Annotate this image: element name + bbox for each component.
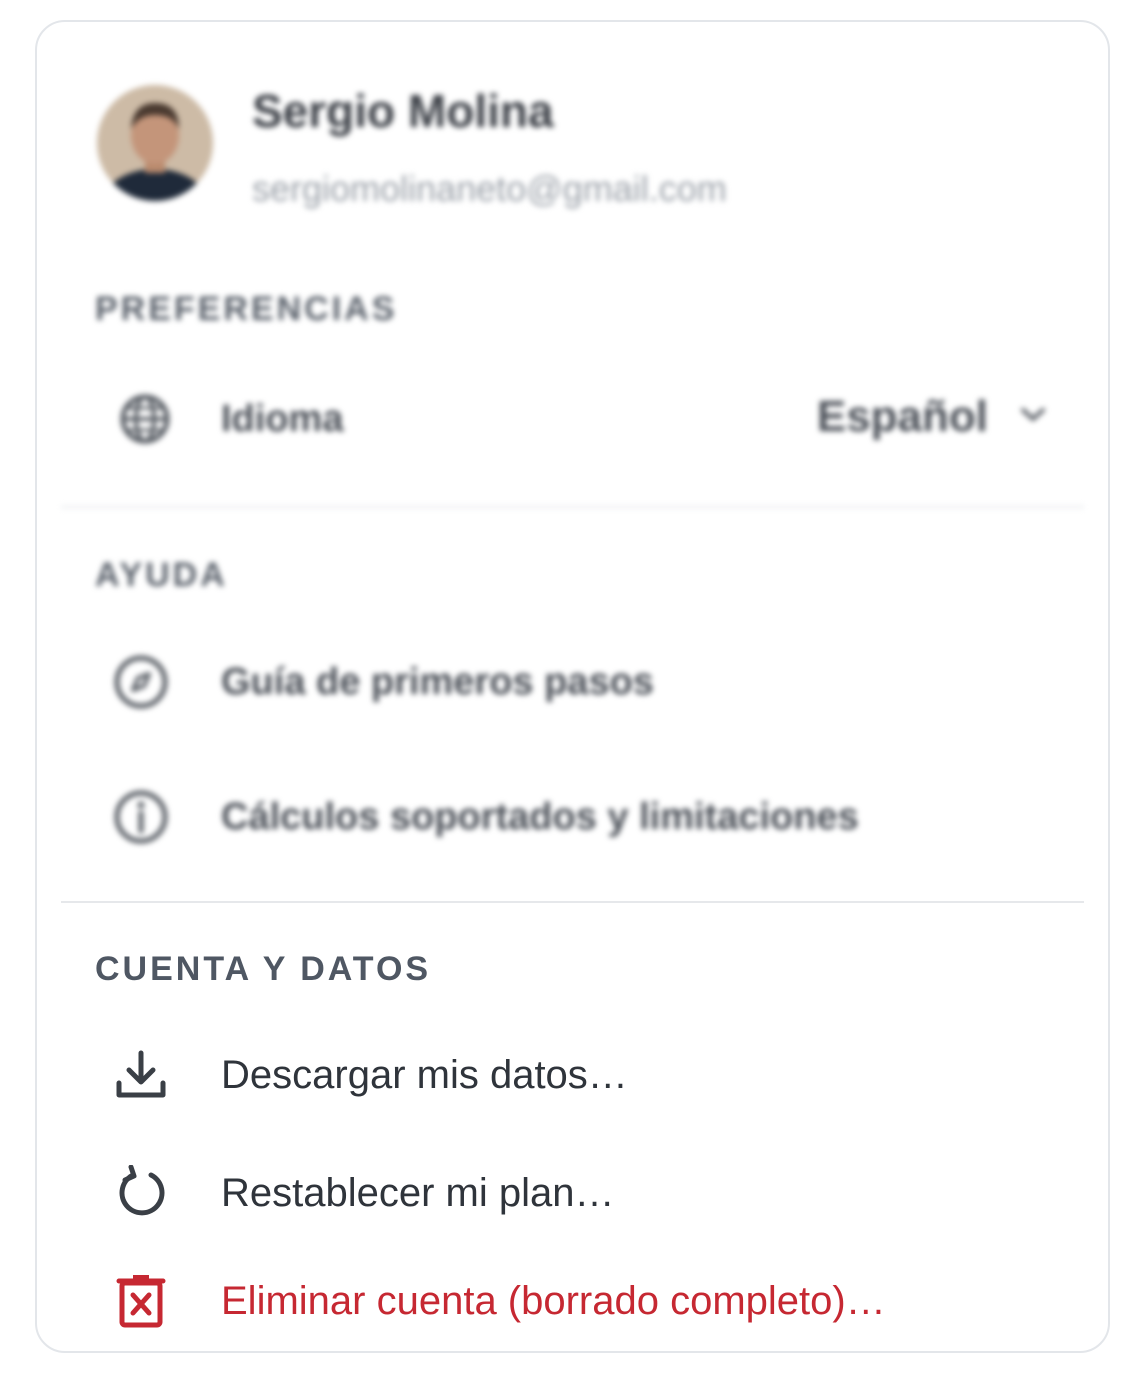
reset-plan-item[interactable]: Restablecer mi plan…	[95, 1148, 1050, 1238]
section-title-help: AYUDA	[95, 556, 228, 594]
download-icon	[95, 1030, 185, 1120]
section-title-account: CUENTA Y DATOS	[95, 950, 432, 988]
language-value: Español	[816, 392, 988, 441]
help-item-label: Cálculos soportados y limitaciones	[221, 795, 859, 838]
help-item-calculations[interactable]: Cálculos soportados y limitaciones	[95, 772, 1050, 862]
delete-icon	[95, 1256, 185, 1346]
divider	[61, 901, 1084, 903]
reset-plan-label: Restablecer mi plan…	[221, 1170, 615, 1215]
user-name: Sergio Molina	[252, 85, 554, 137]
info-icon	[95, 772, 185, 862]
account-menu-panel: Sergio Molina sergiomolinaneto@gmail.com…	[35, 20, 1110, 1353]
divider	[61, 506, 1084, 508]
download-data-label: Descargar mis datos…	[221, 1052, 628, 1097]
section-title-preferences: PREFERENCIAS	[95, 290, 398, 328]
chevron-down-icon	[1018, 405, 1048, 430]
help-item-guide[interactable]: Guía de primeros pasos	[95, 637, 1050, 727]
user-email: sergiomolinaneto@gmail.com	[252, 168, 727, 209]
help-item-label: Guía de primeros pasos	[221, 660, 654, 703]
globe-icon	[95, 374, 185, 464]
download-data-item[interactable]: Descargar mis datos…	[95, 1030, 1050, 1120]
language-select[interactable]: Español	[817, 392, 1048, 442]
language-label: Idioma	[221, 397, 344, 440]
avatar[interactable]	[97, 85, 213, 201]
blurred-region: Sergio Molina sergiomolinaneto@gmail.com…	[37, 22, 1108, 902]
compass-icon	[95, 637, 185, 727]
reset-icon	[95, 1148, 185, 1238]
delete-account-label: Eliminar cuenta (borrado completo)…	[221, 1278, 886, 1323]
delete-account-item[interactable]: Eliminar cuenta (borrado completo)…	[95, 1256, 1050, 1346]
